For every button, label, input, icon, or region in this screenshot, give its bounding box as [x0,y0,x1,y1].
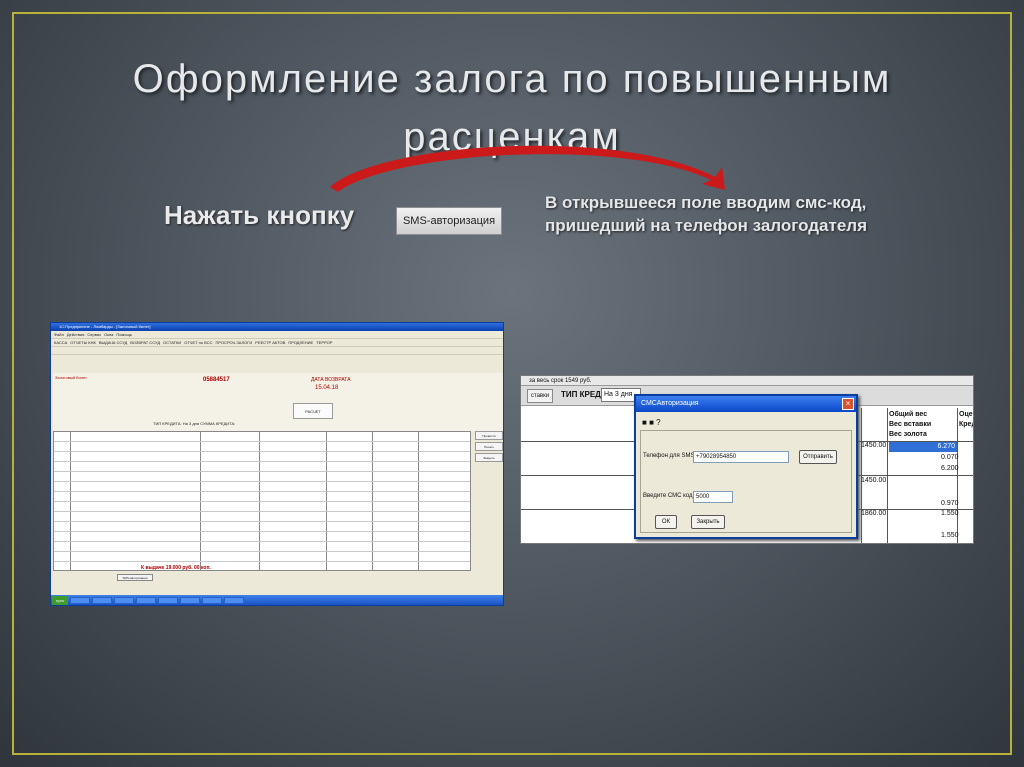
toolbar-item[interactable]: ПРОДЛЕНИЕ [288,340,313,345]
sms-auth-button-small[interactable]: SMS-авторизация [117,574,153,581]
sms-auth-button[interactable]: SMS-авторизация [396,207,502,235]
dialog-title: СМСАвторизация [641,400,699,407]
toolbar: КАССА ОТЧЕТЫ КНК ВЫДАЧА ССУД ВОЗВРАТ ССУ… [51,339,503,347]
toolbar-item[interactable]: ВОЗВРАТ ССУД [130,340,160,345]
taskbar-item[interactable] [92,596,113,604]
taskbar: пуск [51,595,503,605]
sms-code-instruction: В открывшееся поле вводим смс-код, прише… [545,191,965,237]
dialog-titlebar: СМСАвторизация × [636,396,856,412]
toolbar-row-2 [51,347,503,355]
selected-cell[interactable]: 6.270 [889,442,957,452]
cell-value: 0.970 [941,500,959,507]
cell-value: 1860.00 [861,510,887,517]
menu-item[interactable]: Сервис [87,332,101,337]
credit-type: ТИП КРЕДИТА: На 3 дня СУММА КРЕДИТА: [153,421,235,426]
cell-value: 1450.00 [861,442,887,449]
cell-value: 1.550 [941,532,959,539]
menu-item[interactable]: Окна [104,332,113,337]
cell-value: 1.550 [941,510,959,517]
sms-auth-window: за весь срок 1549 руб. ставки ТИП КРЕДИТ… [520,375,974,544]
toolbar-item[interactable]: КАССА [54,340,67,345]
toolbar-item[interactable]: ВЫДАЧА ССУД [99,340,127,345]
cell-value: 6.200 [941,465,959,472]
return-date: 15.04.18 [315,385,339,391]
dialog-toolbar-icons: ■ ■ ? [642,418,661,427]
start-button[interactable]: пуск [52,595,69,605]
sms-code-field[interactable]: 5000 [693,491,733,503]
note-line-1: В открывшееся поле вводим смс-код, [545,193,867,212]
close-button[interactable]: Закрыть [691,515,725,529]
lock-icon[interactable]: ■ [642,418,647,427]
credit-type-value[interactable]: На 3 дня [183,421,199,426]
taskbar-item[interactable] [70,596,91,604]
toolbar-item[interactable]: ОСТАТКИ [163,340,181,345]
header-insert-weight: Вес вставки [889,421,932,428]
phone-field[interactable]: +79028954850 [693,451,789,463]
toolbar-item[interactable]: ПРОСРОЧ.ЗАЛОГИ [215,340,252,345]
cell-value: 1450.00 [861,477,887,484]
menu-item[interactable]: Действия [67,332,85,337]
taskbar-item[interactable] [180,596,201,604]
menu-bar: Файл Действия Сервис Окна Помощь [51,331,503,339]
toolbar-item[interactable]: ОТЧЕТ по ВСС [184,340,212,345]
header-appraisal: Оцен [959,411,973,418]
weight-column-header: Общий вес Вес вставки Вес золота [889,410,959,440]
menu-item[interactable]: Файл [54,332,64,337]
toolbar-item[interactable]: ТЕРРОР [316,340,332,345]
header-total-weight: Общий вес [889,411,928,418]
ok-button[interactable]: ОК [655,515,677,529]
items-table[interactable] [53,431,471,571]
issue-amount: К выдаче 19.000 руб. 00 коп. [141,565,211,571]
close-icon[interactable]: × [842,398,854,410]
help-icon[interactable]: ? [656,418,660,427]
print-button[interactable]: Печать [475,442,503,451]
term-strip: за весь срок 1549 руб. [521,376,973,386]
toolbar-item[interactable]: ОТЧЕТЫ КНК [70,340,96,345]
toolbar-item[interactable]: РЕЕСТР АКТОВ [255,340,285,345]
note-line-2: пришедший на телефон залогодателя [545,216,867,235]
taskbar-item[interactable] [224,596,245,604]
send-button[interactable]: Отправить [799,450,837,464]
title-line-1: Оформление залога по повышенным [132,57,892,101]
taskbar-item[interactable] [136,596,157,604]
taskbar-item[interactable] [158,596,179,604]
lock-icon[interactable]: ■ [649,418,654,427]
grid-line [887,408,888,543]
doc-number: 05884517 [203,377,230,383]
grid-line [861,408,862,543]
phone-label: Телефон для SMS [643,453,695,459]
credit-type-label: ТИП КРЕДИТА: [153,421,182,426]
taskbar-item[interactable] [114,596,135,604]
side-buttons: Провести Печать Закрыть [475,431,503,464]
appraisal-column-header: Оцен Креди [959,410,973,430]
menu-item[interactable]: Помощь [116,332,131,337]
cell-value: 0.070 [941,454,959,461]
close-button[interactable]: Закрыть [475,453,503,462]
pawn-ticket-window: 1С:Предприятие - Ломбарды - [Залоговый б… [50,322,504,606]
header-credit: Креди [959,421,973,428]
credit-sum-label: СУММА КРЕДИТА: [200,421,236,426]
dialog-body: Телефон для SMS +79028954850 Отправить В… [640,430,852,533]
taskbar-item[interactable] [202,596,223,604]
calc-button[interactable]: РАСЧЕТ [293,403,333,419]
code-label: Введите СМС код [643,493,693,499]
ticket-form: Залоговый билет 05884517 ДАТА ВОЗВРАТА 1… [53,373,503,431]
return-date-label: ДАТА ВОЗВРАТА [311,377,351,383]
window-titlebar: 1С:Предприятие - Ломбарды - [Залоговый б… [51,323,503,331]
rates-button[interactable]: ставки [527,389,553,403]
post-button[interactable]: Провести [475,431,503,440]
form-title: Залоговый билет [55,375,87,380]
press-button-instruction: Нажать кнопку [164,200,355,230]
header-gold-weight: Вес золота [889,431,927,438]
sms-auth-dialog: СМСАвторизация × ■ ■ ? Телефон для SMS +… [634,394,858,539]
